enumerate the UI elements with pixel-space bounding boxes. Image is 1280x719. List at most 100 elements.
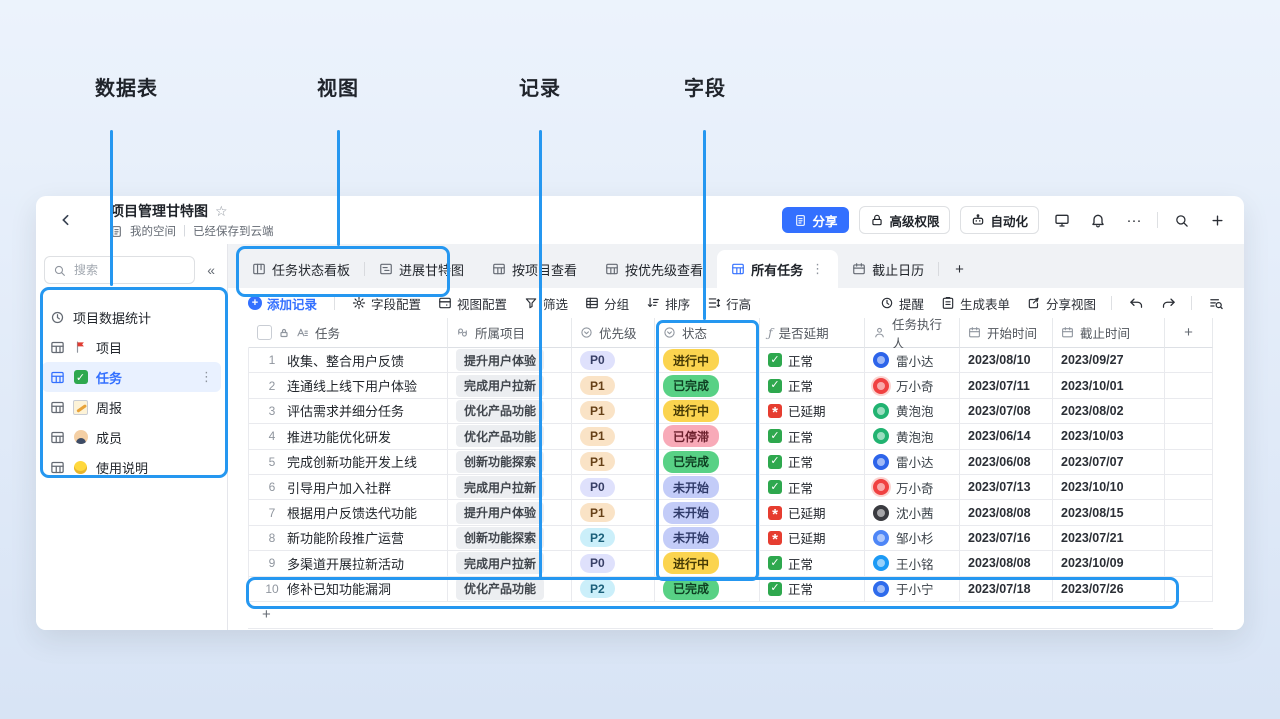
cell-task[interactable]: 1收集、整合用户反馈 xyxy=(248,348,448,373)
cell-delay[interactable]: 正常 xyxy=(760,577,865,602)
cell-project[interactable]: 优化产品功能 xyxy=(448,424,572,449)
cell-status[interactable]: 已完成 xyxy=(655,373,760,398)
cell-status[interactable]: 未开始 xyxy=(655,526,760,551)
cell-end-date[interactable]: 2023/10/03 xyxy=(1053,424,1165,449)
cell-delay[interactable]: 正常 xyxy=(760,373,865,398)
add-field-button[interactable]: + xyxy=(1165,318,1213,348)
tab-kanban[interactable]: 任务状态看板 xyxy=(238,250,364,288)
cell-delay[interactable]: 正常 xyxy=(760,551,865,576)
sort-button[interactable]: 排序 xyxy=(646,294,690,313)
column-header-task[interactable]: 任务 xyxy=(248,318,448,348)
cell-priority[interactable]: P1 xyxy=(572,424,655,449)
cell-priority[interactable]: P0 xyxy=(572,475,655,500)
cell-delay[interactable]: 已延期 xyxy=(760,526,865,551)
tab-all-tasks[interactable]: 所有任务 ⋮ xyxy=(717,250,838,288)
table-row[interactable]: 4推进功能优化研发 优化产品功能 P1 已停滞 正常 黄泡泡 2023/06/1… xyxy=(248,424,1213,449)
table-row[interactable]: 5完成创新功能开发上线 创新功能探索 P1 已完成 正常 雷小达 2023/06… xyxy=(248,450,1213,475)
row-height-button[interactable]: 行高 xyxy=(707,294,751,313)
cell-start-date[interactable]: 2023/08/08 xyxy=(960,500,1053,525)
cell-delay[interactable]: 正常 xyxy=(760,450,865,475)
cell-project[interactable]: 提升用户体验 xyxy=(448,500,572,525)
cell-start-date[interactable]: 2023/07/13 xyxy=(960,475,1053,500)
table-row[interactable]: 9多渠道开展拉新活动 完成用户拉新 P0 进行中 正常 王小铭 2023/08/… xyxy=(248,551,1213,576)
cell-task[interactable]: 10修补已知功能漏洞 xyxy=(248,577,448,602)
cell-project[interactable]: 优化产品功能 xyxy=(448,577,572,602)
tab-deadline-calendar[interactable]: 截止日历 xyxy=(838,250,938,288)
cell-priority[interactable]: P2 xyxy=(572,577,655,602)
cell-assignee[interactable]: 黄泡泡 xyxy=(865,424,960,449)
cell-assignee[interactable]: 万小奇 xyxy=(865,475,960,500)
cell-end-date[interactable]: 2023/10/01 xyxy=(1053,373,1165,398)
item-more-icon[interactable]: ⋮ xyxy=(200,369,213,385)
group-button[interactable]: 分组 xyxy=(585,294,629,313)
cell-assignee[interactable]: 王小铭 xyxy=(865,551,960,576)
back-button[interactable] xyxy=(54,208,78,232)
cell-start-date[interactable]: 2023/08/08 xyxy=(960,551,1053,576)
tab-by-project[interactable]: 按项目查看 xyxy=(478,250,591,288)
sidebar-item-members[interactable]: 成员 xyxy=(42,422,221,452)
remind-button[interactable]: 提醒 xyxy=(880,294,924,313)
cell-priority[interactable]: P0 xyxy=(572,348,655,373)
column-header-delay[interactable]: ƒ 是否延期 xyxy=(760,318,865,348)
cell-start-date[interactable]: 2023/06/14 xyxy=(960,424,1053,449)
star-icon[interactable]: ☆ xyxy=(215,203,228,220)
cell-status[interactable]: 进行中 xyxy=(655,551,760,576)
column-header-assignee[interactable]: 任务执行人 xyxy=(865,318,960,348)
table-row[interactable]: 2连通线上线下用户体验 完成用户拉新 P1 已完成 正常 万小奇 2023/07… xyxy=(248,373,1213,398)
cell-assignee[interactable]: 黄泡泡 xyxy=(865,399,960,424)
table-row[interactable]: 3评估需求并细分任务 优化产品功能 P1 进行中 已延期 黄泡泡 2023/07… xyxy=(248,399,1213,424)
cell-project[interactable]: 创新功能探索 xyxy=(448,450,572,475)
notification-bell-icon[interactable] xyxy=(1085,207,1111,233)
cell-end-date[interactable]: 2023/08/15 xyxy=(1053,500,1165,525)
cell-project[interactable]: 创新功能探索 xyxy=(448,526,572,551)
generate-form-button[interactable]: 生成表单 xyxy=(941,294,1010,313)
column-header-priority[interactable]: 优先级 xyxy=(572,318,655,348)
add-icon[interactable] xyxy=(1204,207,1230,233)
cell-priority[interactable]: P1 xyxy=(572,500,655,525)
search-icon[interactable] xyxy=(1168,207,1194,233)
cell-assignee[interactable]: 雷小达 xyxy=(865,348,960,373)
cell-priority[interactable]: P1 xyxy=(572,399,655,424)
cell-start-date[interactable]: 2023/08/10 xyxy=(960,348,1053,373)
cell-project[interactable]: 完成用户拉新 xyxy=(448,373,572,398)
sidebar-item-task[interactable]: ✓ 任务 ⋮ xyxy=(42,362,221,392)
cell-assignee[interactable]: 沈小茜 xyxy=(865,500,960,525)
screen-share-icon[interactable] xyxy=(1049,207,1075,233)
more-menu-icon[interactable]: ··· xyxy=(1121,207,1147,233)
cell-assignee[interactable]: 雷小达 xyxy=(865,450,960,475)
advanced-permission-button[interactable]: 高级权限 xyxy=(859,206,950,234)
sidebar-collapse-icon[interactable]: « xyxy=(203,262,219,278)
cell-delay[interactable]: 正常 xyxy=(760,348,865,373)
cell-delay[interactable]: 已延期 xyxy=(760,500,865,525)
table-row[interactable]: 6引导用户加入社群 完成用户拉新 P0 未开始 正常 万小奇 2023/07/1… xyxy=(248,475,1213,500)
cell-task[interactable]: 2连通线上线下用户体验 xyxy=(248,373,448,398)
cell-priority[interactable]: P2 xyxy=(572,526,655,551)
cell-start-date[interactable]: 2023/07/11 xyxy=(960,373,1053,398)
cell-status[interactable]: 进行中 xyxy=(655,399,760,424)
cell-project[interactable]: 优化产品功能 xyxy=(448,399,572,424)
column-header-end[interactable]: 截止时间 xyxy=(1053,318,1165,348)
tab-gantt[interactable]: 进展甘特图 xyxy=(365,250,478,288)
field-config-button[interactable]: 字段配置 xyxy=(352,294,421,313)
cell-project[interactable]: 完成用户拉新 xyxy=(448,475,572,500)
cell-assignee[interactable]: 万小奇 xyxy=(865,373,960,398)
table-row-highlighted[interactable]: 10修补已知功能漏洞 优化产品功能 P2 已完成 正常 于小宁 2023/07/… xyxy=(248,577,1213,602)
cell-status[interactable]: 已停滞 xyxy=(655,424,760,449)
cell-status[interactable]: 未开始 xyxy=(655,475,760,500)
view-config-button[interactable]: 视图配置 xyxy=(438,294,507,313)
cell-status[interactable]: 已完成 xyxy=(655,577,760,602)
cell-task[interactable]: 5完成创新功能开发上线 xyxy=(248,450,448,475)
automation-button[interactable]: 自动化 xyxy=(960,206,1039,234)
column-header-project[interactable]: 所属项目 xyxy=(448,318,572,348)
cell-end-date[interactable]: 2023/07/07 xyxy=(1053,450,1165,475)
share-view-button[interactable]: 分享视图 xyxy=(1027,294,1096,313)
cell-task[interactable]: 8新功能阶段推广运营 xyxy=(248,526,448,551)
sidebar-item-weekly[interactable]: 周报 xyxy=(42,392,221,422)
filter-button[interactable]: 筛选 xyxy=(524,294,568,313)
cell-assignee[interactable]: 邹小杉 xyxy=(865,526,960,551)
column-header-status[interactable]: 状态 xyxy=(655,318,760,348)
cell-status[interactable]: 未开始 xyxy=(655,500,760,525)
sidebar-item-dashboard[interactable]: 项目数据统计 xyxy=(42,302,221,332)
cell-project[interactable]: 完成用户拉新 xyxy=(448,551,572,576)
cell-end-date[interactable]: 2023/07/26 xyxy=(1053,577,1165,602)
